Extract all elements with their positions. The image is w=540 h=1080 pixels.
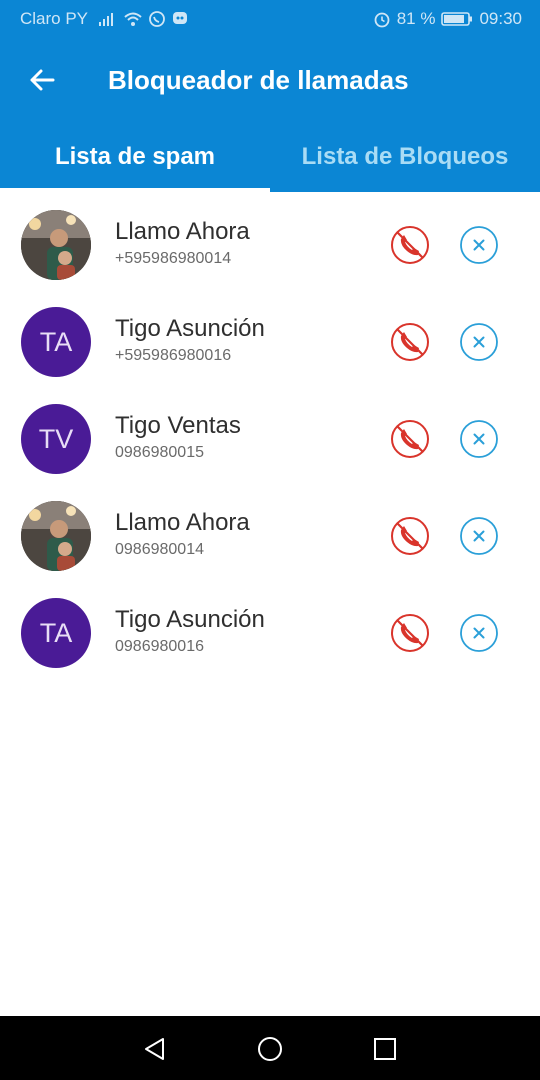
- app-bar: Bloqueador de llamadas: [0, 38, 540, 122]
- block-call-button[interactable]: [390, 322, 430, 362]
- avatar-photo: [21, 501, 91, 571]
- nav-recents-icon[interactable]: [372, 1036, 398, 1062]
- list-item[interactable]: Llamo Ahora +595986980014: [0, 196, 540, 293]
- tab-bar: Lista de spam Lista de Bloqueos: [0, 122, 540, 192]
- remove-button[interactable]: [459, 322, 499, 362]
- spam-list: Llamo Ahora +595986980014 TA Tigo Asunción +…: [0, 196, 540, 681]
- block-call-icon: [391, 420, 429, 458]
- close-icon: [460, 226, 498, 264]
- tab-label: Lista de Bloqueos: [301, 143, 509, 170]
- block-call-button[interactable]: [390, 225, 430, 265]
- navigation-bar: [0, 1016, 540, 1080]
- list-item[interactable]: Llamo Ahora 0986980014: [0, 487, 540, 584]
- avatar-initials: TA: [21, 307, 91, 377]
- contact-info: Llamo Ahora 0986980014: [115, 509, 250, 559]
- arrow-left-icon: [30, 69, 55, 91]
- contact-phone: +595986980014: [115, 250, 232, 267]
- back-button[interactable]: [0, 38, 84, 122]
- close-icon: [460, 323, 498, 361]
- whatsapp-icon: [149, 11, 165, 27]
- wifi-icon: [124, 12, 142, 26]
- alarm-icon: [374, 12, 390, 28]
- block-call-icon: [391, 226, 429, 264]
- contact-phone: 0986980015: [115, 444, 204, 461]
- nav-back-icon[interactable]: [142, 1036, 168, 1062]
- carrier-label: Claro PY: [20, 9, 89, 28]
- tab-spam-list[interactable]: Lista de spam: [0, 122, 270, 192]
- battery-icon: [441, 12, 473, 26]
- list-item[interactable]: TA Tigo Asunción 0986980016: [0, 584, 540, 681]
- nav-home-icon[interactable]: [257, 1036, 283, 1062]
- remove-button[interactable]: [459, 516, 499, 556]
- contact-phone: +595986980016: [115, 347, 232, 364]
- close-icon: [460, 614, 498, 652]
- contact-photo-icon: [21, 501, 91, 571]
- contact-name: Llamo Ahora: [115, 218, 250, 245]
- status-bar: Claro PY 81 % 09:30: [0, 0, 540, 38]
- remove-button[interactable]: [459, 225, 499, 265]
- contact-info: Tigo Asunción 0986980016: [115, 606, 265, 656]
- block-call-button[interactable]: [390, 419, 430, 459]
- contact-phone: 0986980016: [115, 638, 204, 655]
- avatar-initials: TA: [21, 598, 91, 668]
- remove-button[interactable]: [459, 613, 499, 653]
- tab-label: Lista de spam: [54, 143, 216, 170]
- block-call-icon: [391, 614, 429, 652]
- block-call-button[interactable]: [390, 516, 430, 556]
- contact-name: Llamo Ahora: [115, 509, 250, 536]
- contact-info: Tigo Asunción +595986980016: [115, 315, 265, 365]
- contact-name: Tigo Asunción: [115, 606, 265, 633]
- contact-photo-icon: [21, 210, 91, 280]
- clock-time: 09:30: [479, 9, 522, 28]
- list-item[interactable]: TA Tigo Asunción +595986980016: [0, 293, 540, 390]
- avatar-photo: [21, 210, 91, 280]
- close-icon: [460, 517, 498, 555]
- block-call-icon: [391, 323, 429, 361]
- remove-button[interactable]: [459, 419, 499, 459]
- block-call-icon: [391, 517, 429, 555]
- close-icon: [460, 420, 498, 458]
- signal-icon: [99, 13, 114, 26]
- contact-info: Llamo Ahora +595986980014: [115, 218, 250, 268]
- battery-percent: 81 %: [396, 9, 436, 28]
- avatar-initials: TV: [21, 404, 91, 474]
- notification-icon: [173, 12, 188, 24]
- list-item[interactable]: TV Tigo Ventas 0986980015: [0, 390, 540, 487]
- contact-phone: 0986980014: [115, 541, 204, 558]
- contact-info: Tigo Ventas 0986980015: [115, 412, 241, 462]
- block-call-button[interactable]: [390, 613, 430, 653]
- contact-name: Tigo Ventas: [115, 412, 241, 439]
- contact-name: Tigo Asunción: [115, 315, 265, 342]
- tab-block-list[interactable]: Lista de Bloqueos: [270, 122, 540, 192]
- page-title: Bloqueador de llamadas: [108, 64, 409, 95]
